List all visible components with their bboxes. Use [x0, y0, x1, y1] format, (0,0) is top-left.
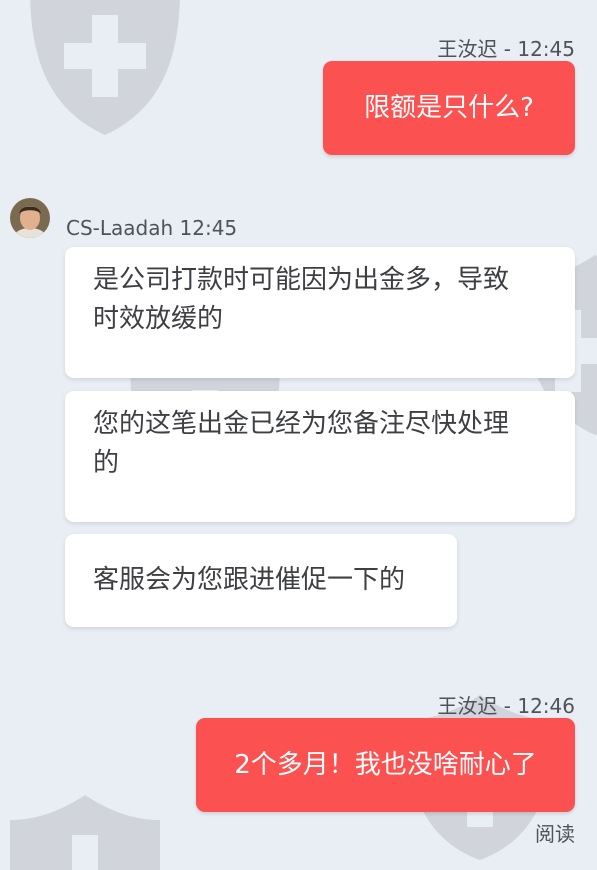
- read-status: 阅读: [535, 822, 575, 846]
- agent-avatar-icon: [10, 198, 50, 238]
- message-text: 客服会为您跟进催促一下的: [93, 565, 406, 595]
- watermark-shield-icon: [30, 0, 180, 135]
- outgoing-message-bubble[interactable]: 限额是只什么?: [323, 61, 575, 155]
- message-text-line: 的: [93, 448, 120, 478]
- watermark-shield-icon: [10, 795, 160, 870]
- message-text: 2个多月！我也没啥耐心了: [234, 749, 537, 780]
- incoming-message-bubble[interactable]: 客服会为您跟进催促一下的: [65, 534, 457, 627]
- outgoing-message-bubble[interactable]: 2个多月！我也没啥耐心了: [196, 718, 575, 812]
- agent-avatar[interactable]: [10, 198, 50, 238]
- incoming-message-bubble[interactable]: 您的这笔出金已经为您备注尽快处理 的: [65, 391, 575, 522]
- message-text-line: 您的这笔出金已经为您备注尽快处理: [93, 409, 510, 439]
- incoming-message-bubble[interactable]: 是公司打款时可能因为出金多，导致 时效放缓的: [65, 247, 575, 378]
- sender-timestamp: 王汝迟 - 12:46: [437, 694, 575, 718]
- message-text-line: 时效放缓的: [93, 304, 224, 334]
- message-text-line: 是公司打款时可能因为出金多，导致: [93, 265, 510, 295]
- agent-name-timestamp: CS-Laadah 12:45: [66, 216, 238, 240]
- sender-timestamp: 王汝迟 - 12:45: [437, 37, 575, 61]
- message-text: 限额是只什么?: [364, 92, 534, 123]
